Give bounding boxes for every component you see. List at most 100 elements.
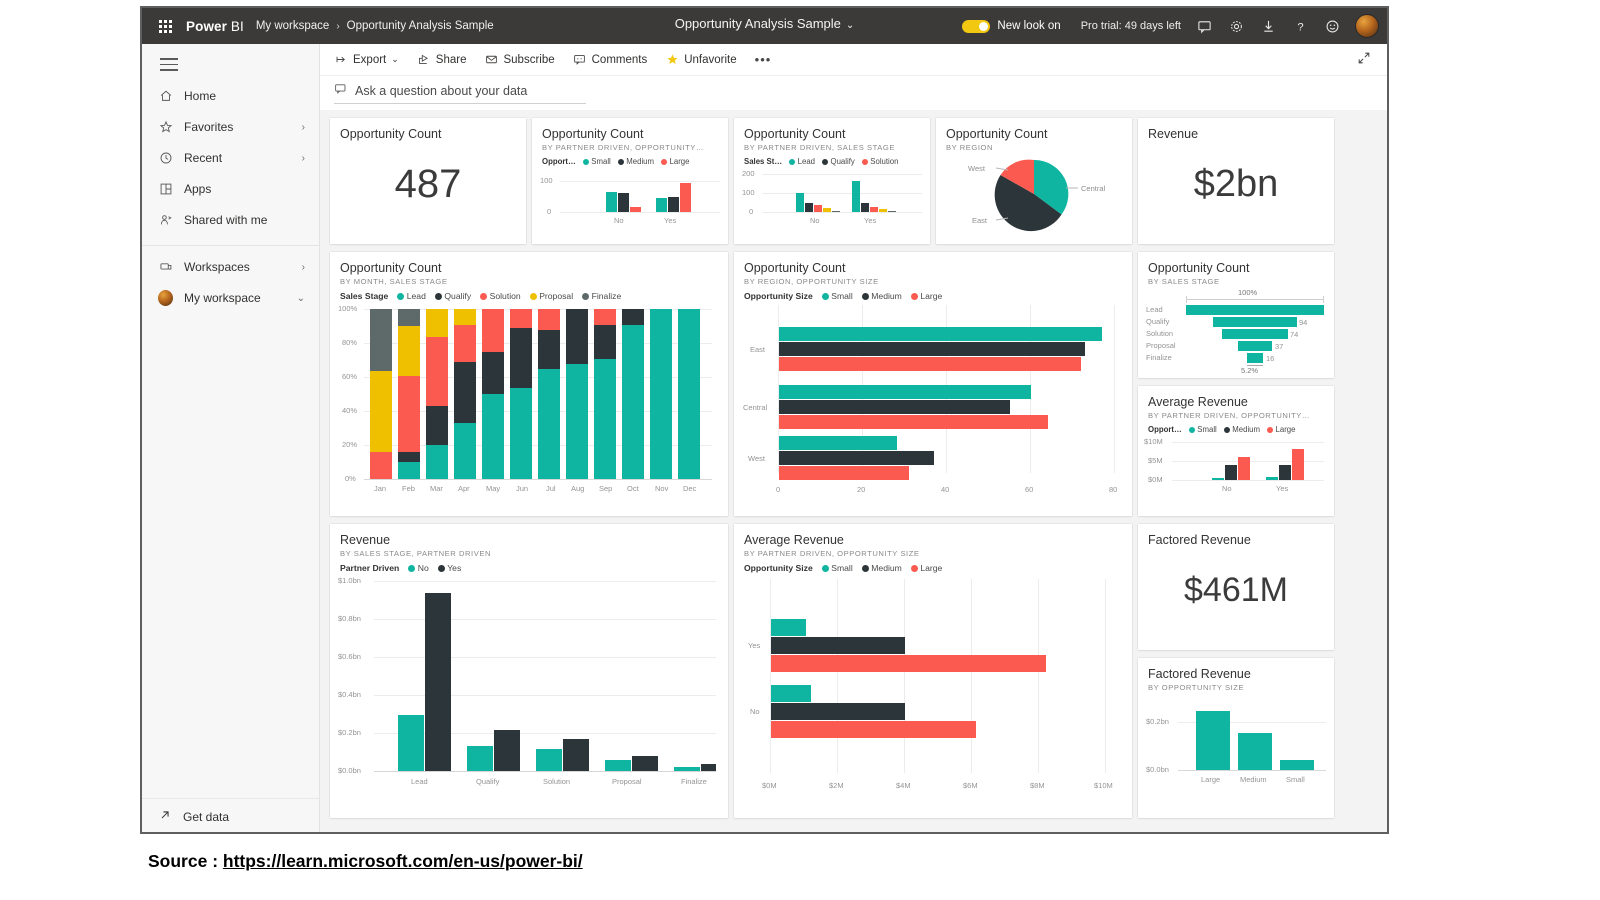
sidebar-item-favorites[interactable]: Favorites › [142,112,319,143]
chart-legend: Opportunity Size Small Medium Large [734,558,1132,573]
chart-legend: Opport… Small Medium Large [532,152,728,166]
tile-opportunity-count-funnel[interactable]: Opportunity Count BY SALES STAGE 100% Le… [1138,252,1334,378]
y-tick: $5M [1148,456,1163,466]
help-icon[interactable]: ? [1291,17,1309,35]
tile-title: Opportunity Count [1148,261,1250,275]
download-icon[interactable] [1259,17,1277,35]
tile-average-revenue-by-partner-size-col[interactable]: Average Revenue BY PARTNER DRIVEN, OPPOR… [1138,386,1334,516]
chevron-down-icon[interactable]: ⌄ [297,293,305,304]
legend-swatch [822,158,828,165]
feedback-icon[interactable] [1195,17,1213,35]
svg-text:Central: Central [1081,184,1106,193]
tile-opportunity-count-card[interactable]: Opportunity Count 487 [330,118,526,244]
legend-swatch [529,292,537,300]
legend-title: Sales Stage [340,291,389,302]
y-tick: 0 [547,207,552,217]
y-tick: 100 [742,188,755,198]
x-tick: Nov [655,484,669,494]
chart-plot: 200 100 0 No Yes [734,166,930,236]
legend-swatch [910,292,918,300]
sidebar-item-apps[interactable]: Apps [142,174,319,205]
legend-item: Finalize [582,291,621,301]
x-tick: $0M [762,781,777,791]
tile-factored-revenue-card[interactable]: Factored Revenue $461M [1138,524,1334,650]
y-tick: $1.0bn [338,576,361,586]
gear-icon[interactable] [1227,17,1245,35]
sidebar-item-recent[interactable]: Recent › [142,143,319,174]
x-tick: $10M [1094,781,1113,791]
tile-revenue-by-stage-partner[interactable]: Revenue BY SALES STAGE, PARTNER DRIVEN P… [330,524,728,818]
comments-button[interactable]: Comments [573,53,647,67]
tile-title: Revenue [1148,127,1199,141]
new-look-toggle[interactable]: New look on [962,19,1061,33]
expand-icon[interactable] [1357,51,1371,68]
smiley-icon[interactable] [1323,17,1341,35]
share-icon [417,53,431,67]
chevron-down-icon[interactable]: ⌄ [846,20,854,31]
tile-title: Revenue [340,533,391,547]
x-tick: $8M [1030,781,1045,791]
header-actions: New look on Pro trial: 49 days left ? [962,8,1379,44]
chevron-right-icon[interactable]: › [302,122,305,133]
tile-average-revenue-by-partner-size-bar[interactable]: Average Revenue BY PARTNER DRIVEN, OPPOR… [734,524,1132,818]
legend-item: Large [910,563,942,573]
legend-item: Small [1188,425,1217,434]
legend-label: Solution [489,291,521,302]
y-tick: $0.0bn [338,766,361,776]
chevron-right-icon[interactable]: › [302,153,305,164]
home-icon [158,89,173,104]
legend-item: Qualify [434,291,471,301]
legend-swatch [397,292,405,300]
tile-title: Opportunity Count [744,127,846,141]
subscribe-button[interactable]: Subscribe [484,53,555,67]
breadcrumb-workspace[interactable]: My workspace [256,20,330,32]
command-bar: Export ⌄ Share Subscribe Comments Unfavo… [320,44,1387,76]
pie-chart: Central East West [968,159,1106,232]
legend-title: Sales St… [744,157,783,167]
tile-opportunity-count-by-month-stage[interactable]: Opportunity Count BY MONTH, SALES STAGE … [330,252,728,516]
tile-revenue-card[interactable]: Revenue $2bn [1138,118,1334,244]
tile-factored-revenue-by-size[interactable]: Factored Revenue BY OPPORTUNITY SIZE $0.… [1138,658,1334,818]
tile-title: Factored Revenue [1148,533,1251,547]
unfavorite-button[interactable]: Unfavorite [665,53,737,67]
avatar[interactable] [1355,14,1379,38]
qa-bar: Ask a question about your data [320,76,1387,110]
app-launcher-icon[interactable] [150,19,180,33]
more-options-button[interactable]: ••• [755,52,772,67]
x-tick: 0 [776,485,781,495]
report-title-text[interactable]: Opportunity Analysis Sample [675,16,841,31]
x-tick: Lead [411,777,428,787]
tile-opportunity-count-by-region[interactable]: Opportunity Count BY REGION Central East [936,118,1132,244]
sidebar-item-home[interactable]: Home [142,81,319,112]
breadcrumb-current[interactable]: Opportunity Analysis Sample [347,20,494,32]
search-input[interactable]: Ask a question about your data [334,82,586,104]
toggle-switch[interactable] [962,19,991,33]
y-tick: 200 [742,169,755,179]
kpi-value: 487 [394,161,462,206]
sidebar-item-workspaces[interactable]: Workspaces › [142,252,319,283]
legend-swatch [1188,426,1195,433]
qa-icon [334,82,347,100]
sidebar-item-label: My workspace [184,291,261,306]
legend-swatch [582,292,590,300]
export-button[interactable]: Export ⌄ [334,53,399,67]
source-url[interactable]: https://learn.microsoft.com/en-us/power-… [223,851,583,871]
tile-opportunity-count-by-partner-size[interactable]: Opportunity Count BY PARTNER DRIVEN, OPP… [532,118,728,244]
brand-logo[interactable]: Power BI [186,19,244,34]
chevron-down-icon[interactable]: ⌄ [391,54,399,65]
legend-item: Large [910,291,942,301]
get-data-button[interactable]: Get data [142,798,320,832]
sidebar-item-shared-with-me[interactable]: Shared with me [142,205,319,236]
x-tick: Qualify [476,777,500,787]
tile-opportunity-count-by-region-size[interactable]: Opportunity Count BY REGION, OPPORTUNITY… [734,252,1132,516]
star-filled-icon [665,53,679,67]
sidebar-item-my-workspace[interactable]: My workspace ⌄ [142,283,319,314]
funnel-value: 94 [1299,318,1308,328]
hamburger-icon[interactable] [160,58,178,71]
chevron-right-icon[interactable]: › [302,262,305,273]
tile-opportunity-count-by-partner-stage[interactable]: Opportunity Count BY PARTNER DRIVEN, SAL… [734,118,930,244]
avatar-icon [158,290,173,307]
y-tick: $0M [1148,475,1163,485]
y-tick: 60% [342,372,358,382]
share-button[interactable]: Share [417,53,466,67]
